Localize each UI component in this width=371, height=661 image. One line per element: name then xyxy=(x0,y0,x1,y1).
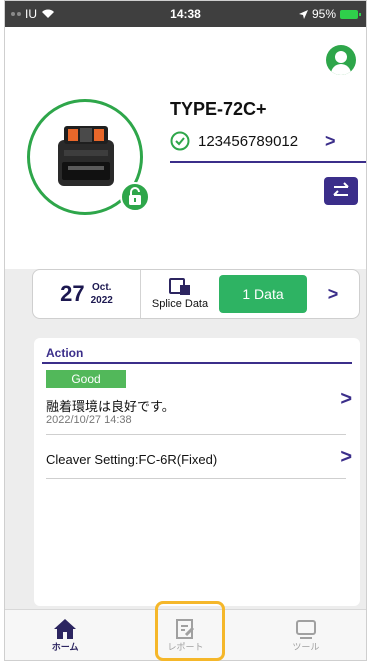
splice-data-label: Splice Data xyxy=(151,298,209,310)
app-screen: IU 14:38 95% TYPE-72C+ 123456789012 > 27… xyxy=(4,0,367,661)
date-day: 27 xyxy=(60,281,85,306)
cleaver-setting-text: Cleaver Setting:FC-6R(Fixed) xyxy=(46,452,218,467)
verified-check-icon xyxy=(170,131,190,151)
cleaver-chevron-icon[interactable]: > xyxy=(340,446,352,469)
device-divider xyxy=(170,161,366,163)
swap-arrows-icon xyxy=(333,182,349,196)
tab-tool-label: ツール xyxy=(292,642,320,652)
status-badge: Good xyxy=(46,370,126,388)
battery-percent: 95% xyxy=(311,7,336,21)
action-timestamp: 2022/10/27 14:38 xyxy=(46,414,132,426)
action-item-chevron-icon[interactable]: > xyxy=(340,388,352,411)
home-icon xyxy=(54,619,77,639)
switch-device-button[interactable] xyxy=(324,177,358,205)
splicer-machine-icon xyxy=(58,126,114,186)
action-title: Action xyxy=(46,346,84,360)
tool-icon xyxy=(295,620,316,639)
location-icon xyxy=(298,9,308,19)
data-count-button[interactable]: 1 Data xyxy=(219,275,307,313)
splice-data-section: Splice Data xyxy=(141,270,219,318)
serial-number: 123456789012 xyxy=(198,132,299,150)
profile-icon[interactable] xyxy=(326,45,356,75)
serial-number-row[interactable]: 123456789012 xyxy=(170,131,298,151)
battery-icon xyxy=(340,9,361,19)
list-divider xyxy=(46,478,346,479)
splice-data-icon xyxy=(169,278,190,295)
action-panel: Action Good 融着環境は良好です。 2022/10/27 14:38 … xyxy=(34,338,360,606)
date-year: 2022 xyxy=(90,295,113,306)
tab-tool[interactable]: ツール xyxy=(246,610,366,660)
splice-data-card[interactable]: 27 Oct. 2022 Splice Data 1 Data > xyxy=(32,269,360,319)
report-tab-highlight xyxy=(155,601,225,661)
action-divider xyxy=(42,362,352,364)
tab-home-label: ホーム xyxy=(51,642,79,652)
status-bar: IU 14:38 95% xyxy=(5,1,366,27)
list-divider xyxy=(46,434,346,435)
date-month: Oct. xyxy=(92,282,112,293)
device-image xyxy=(27,99,150,215)
device-model-name: TYPE-72C+ xyxy=(170,99,267,119)
serial-chevron-icon[interactable]: > xyxy=(325,131,336,152)
unlock-icon xyxy=(120,182,150,212)
action-message: 融着環境は良好です。 xyxy=(46,399,175,414)
date-display: 27 Oct. 2022 xyxy=(33,270,141,318)
card-chevron-icon[interactable]: > xyxy=(307,270,359,318)
tab-home[interactable]: ホーム xyxy=(5,610,125,660)
